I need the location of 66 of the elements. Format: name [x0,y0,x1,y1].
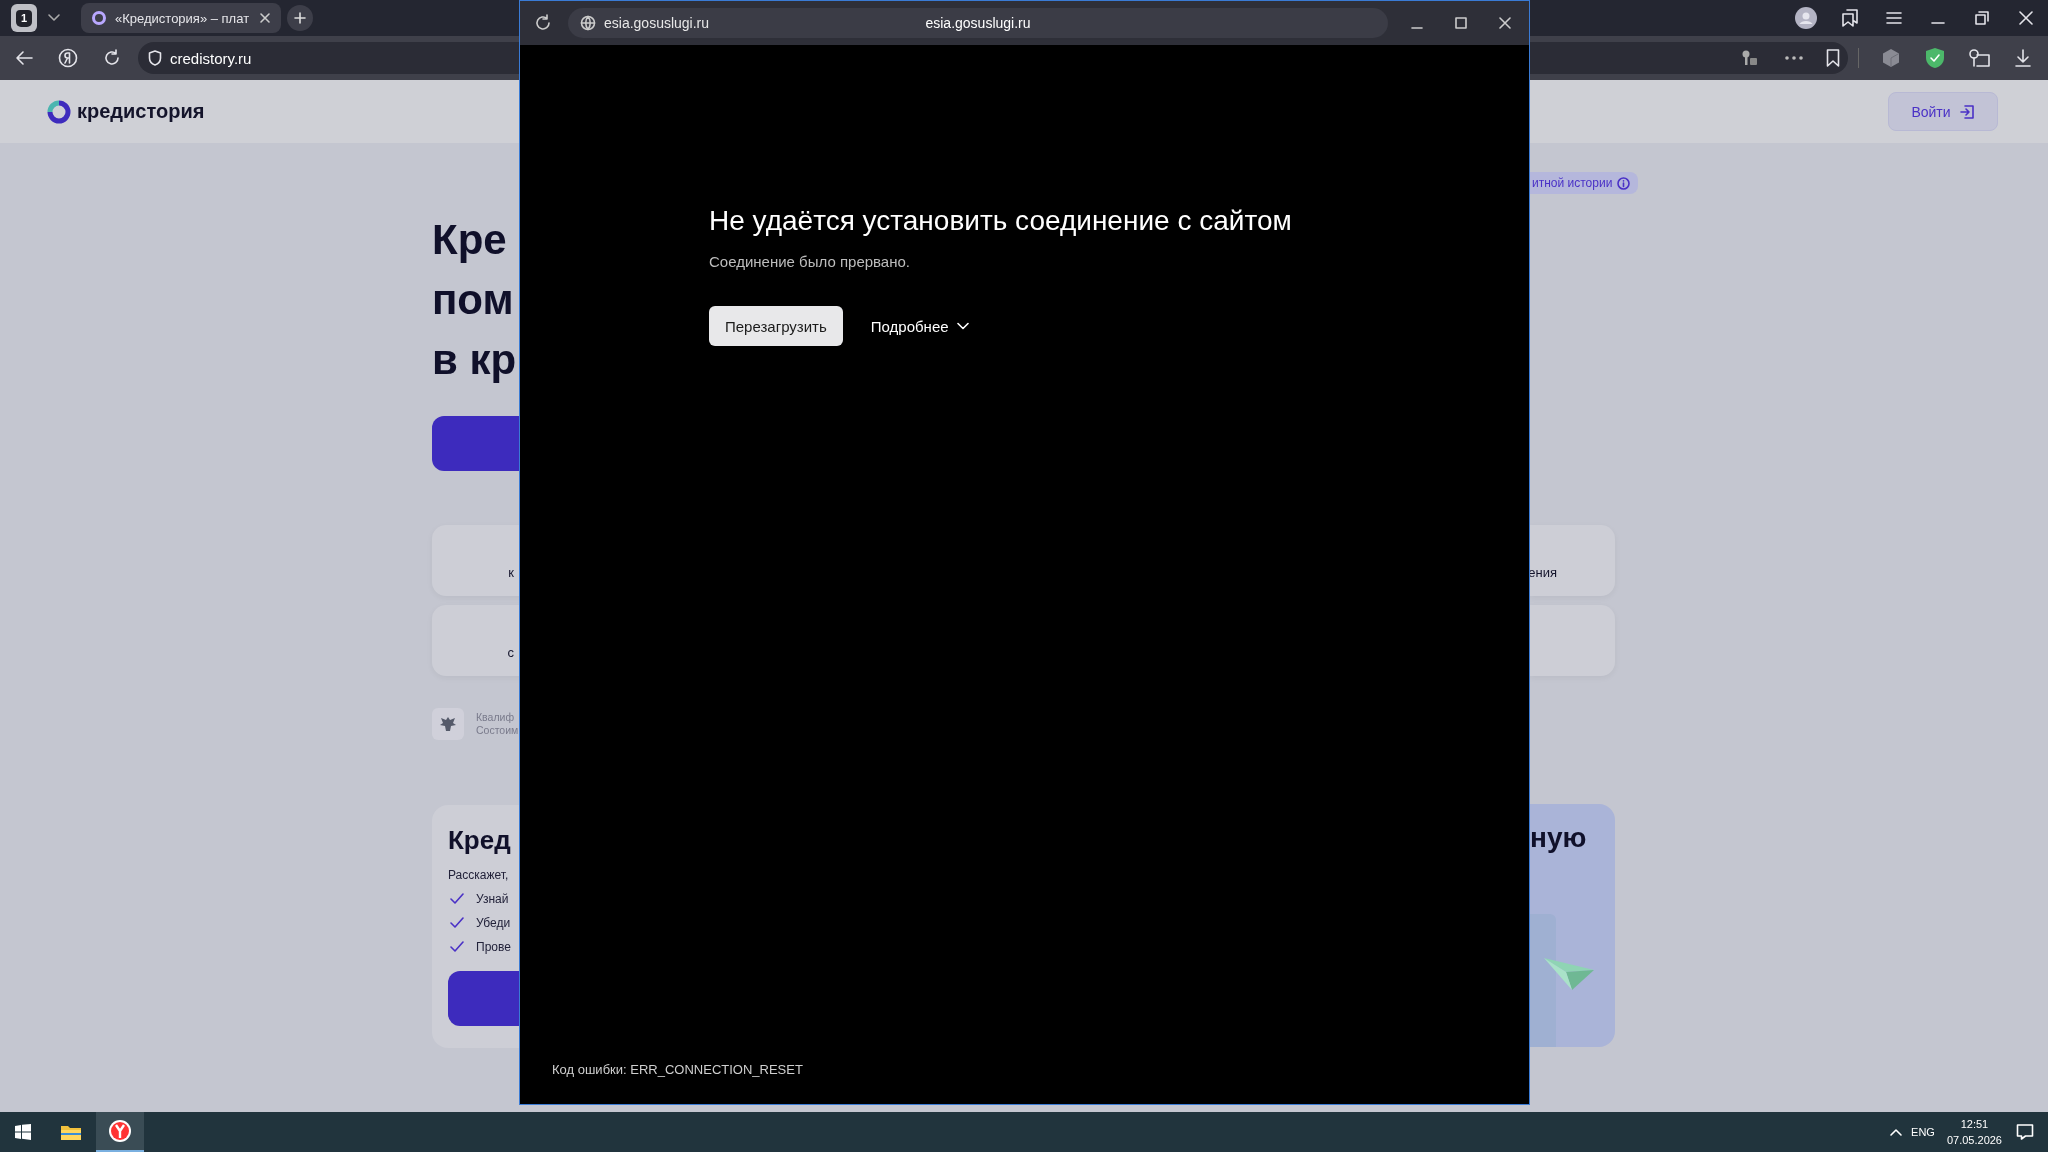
address-field[interactable]: esia.gosuslugi.ru esia.gosuslugi.ru [568,8,1388,38]
window-title: esia.gosuslugi.ru [925,15,1031,31]
chevron-down-icon [956,322,969,330]
details-button[interactable]: Подробнее [870,317,969,335]
card-text: с [507,645,514,660]
sign-in-icon [1958,103,1975,120]
maximize-icon[interactable] [1455,17,1467,29]
folder-icon [60,1123,82,1141]
more-dots-icon[interactable] [1784,55,1804,61]
windows-logo-icon [15,1124,31,1140]
hero-heading-line: в кр [432,335,517,385]
info-badge[interactable]: итной истории [1530,172,1639,194]
bookmark-icon[interactable] [1826,49,1840,67]
plus-icon [294,12,306,24]
language-indicator[interactable]: ENG [1911,1126,1935,1138]
close-icon[interactable] [1499,17,1511,29]
error-code: Код ошибки: ERR_CONNECTION_RESET [552,1062,803,1077]
browser-logo-icon [108,1119,132,1143]
error-heading: Не удаётся установить соединение с сайтом [709,205,1292,237]
clock[interactable]: 12:51 07.05.2026 [1946,1116,2002,1148]
error-message: Соединение было прервано. [709,253,910,270]
reload-icon[interactable] [103,49,121,67]
promo-heading: ную [1530,822,1588,854]
promo-heading: Кред [448,825,511,856]
chevron-down-icon[interactable] [47,13,61,23]
browser-tab[interactable]: «Кредистория» – плат [81,3,281,33]
close-icon[interactable] [2019,11,2033,25]
menu-icon[interactable] [1886,11,1902,25]
license-text: Квалиф [476,711,516,724]
check-item-text: Убеди [476,916,511,930]
check-icon [450,941,464,953]
emblem-icon [439,715,457,733]
tab-counter-button[interactable]: 1 [11,4,37,32]
shield-check-icon[interactable] [1925,47,1945,69]
new-tab-button[interactable] [287,5,313,31]
back-arrow-icon[interactable] [15,50,33,66]
chevron-up-icon[interactable] [1889,1127,1904,1137]
check-icon [450,917,464,929]
browser-taskbar-button[interactable] [96,1112,144,1152]
reload-icon[interactable] [534,14,552,32]
check-icon [450,893,464,905]
shield-icon [148,50,162,66]
info-icon [1617,176,1631,190]
logo-text[interactable]: кредистория [77,100,205,123]
key-folder-icon[interactable] [1968,48,1990,68]
close-icon[interactable] [259,12,271,24]
hero-heading-line: Кре [432,215,508,265]
download-icon[interactable] [2014,49,2032,67]
reload-button[interactable]: Перезагрузить [709,306,843,346]
cube-extension-icon[interactable] [1881,48,1901,68]
key-icon[interactable] [1740,49,1758,67]
license-text: Состоим [476,724,519,737]
avatar-icon[interactable] [1795,7,1817,29]
yandex-circle-icon[interactable] [58,48,78,68]
card-text: к [508,565,514,580]
check-item-text: Прове [476,940,511,954]
check-item-text: Узнай [476,892,509,906]
collections-icon[interactable] [1841,9,1859,27]
promo-text: Расскажет, [448,868,509,882]
notification-icon[interactable] [2016,1123,2034,1141]
ring-logo-icon[interactable] [47,99,71,124]
globe-icon [580,15,596,31]
hero-heading-line: пом [432,275,515,325]
ring-logo-icon [91,10,107,26]
restore-icon[interactable] [1975,11,1989,25]
login-button[interactable]: Войти [1888,92,1998,131]
